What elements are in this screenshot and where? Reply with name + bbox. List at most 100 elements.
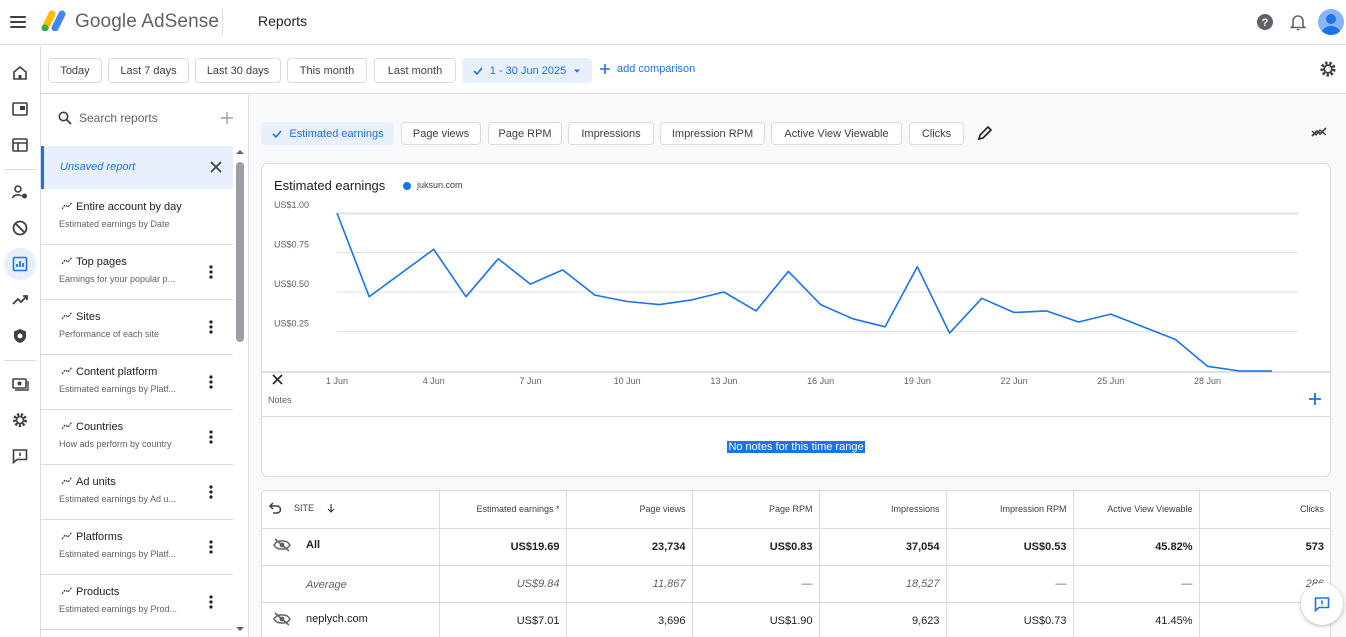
report-title: Platforms <box>76 531 123 543</box>
sort-arrow-down-icon[interactable] <box>326 503 336 514</box>
blocking-icon[interactable] <box>4 212 36 244</box>
chart-type-trend-icon[interactable] <box>1310 124 1328 142</box>
saved-report-item[interactable]: Platforms Estimated earnings by Platf... <box>41 520 233 575</box>
metric-chip[interactable]: Page RPM <box>488 122 562 145</box>
x-tick-label: 4 Jun <box>423 376 445 386</box>
saved-report-item[interactable]: Products Estimated earnings by Prod... <box>41 575 233 630</box>
column-header[interactable]: Page views <box>566 491 693 529</box>
sites-icon[interactable] <box>4 93 36 125</box>
column-header[interactable]: Clicks <box>1199 491 1330 529</box>
more-options-icon[interactable] <box>209 485 213 499</box>
saved-report-item[interactable]: Sites Performance of each site <box>41 300 233 355</box>
x-tick-label: 25 Jun <box>1097 376 1124 386</box>
more-options-icon[interactable] <box>209 375 213 389</box>
add-comparison-label: add comparison <box>617 63 696 75</box>
table-cell: US$9.84 <box>439 565 567 603</box>
navigation-rail <box>0 46 41 637</box>
report-subtitle: Estimated earnings by Ad u... <box>59 494 177 504</box>
table-row[interactable]: AverageUS$9.8411,867—18,527——286 <box>262 565 1330 603</box>
site-header-label: SITE <box>294 503 315 514</box>
metric-chip[interactable]: Clicks <box>909 122 964 145</box>
add-note-plus-icon[interactable] <box>1307 391 1323 407</box>
scroll-up-arrow-icon[interactable] <box>236 148 244 156</box>
column-header[interactable]: Estimated earnings * <box>439 491 567 529</box>
scrollbar-thumb[interactable] <box>236 162 244 342</box>
policy-center-icon[interactable] <box>4 320 36 352</box>
report-trend-icon <box>61 476 73 485</box>
date-range-selector[interactable]: 1 - 30 Jun 2025 <box>462 58 592 83</box>
reports-sidebar: Search reports Unsaved report Entire acc… <box>41 95 249 637</box>
metric-chip[interactable]: Impression RPM <box>660 122 765 145</box>
metric-chip[interactable]: Impressions <box>568 122 654 145</box>
site-column-header[interactable]: SITE <box>262 491 440 529</box>
visibility-off-icon[interactable] <box>272 612 292 626</box>
earnings-chart-card: Estimated earnings juksun.com US$0.25 US$… <box>261 163 1331 477</box>
table-row[interactable]: neplych.com US$7.01 3,696 US$1.90 9,623 US$0.… <box>262 602 1330 637</box>
date-chip-last-month[interactable]: Last month <box>374 58 456 83</box>
feedback-icon[interactable] <box>4 440 36 472</box>
metric-chip[interactable]: Active View Viewable <box>771 122 902 145</box>
reports-icon[interactable] <box>4 248 36 280</box>
saved-report-item[interactable]: Countries How ads perform by country <box>41 410 233 465</box>
check-icon <box>272 129 283 138</box>
column-header[interactable]: Active View Viewable <box>1073 491 1200 529</box>
table-row[interactable]: All US$19.69 23,734 US$0.83 37,054 US$0.53 45.… <box>262 528 1330 566</box>
more-options-icon[interactable] <box>209 265 213 279</box>
table-cell: 9,623 <box>819 602 947 637</box>
more-options-icon[interactable] <box>209 320 213 334</box>
table-cell: US$0.73 <box>946 602 1074 637</box>
feedback-fab-button[interactable] <box>1301 583 1343 625</box>
undo-icon[interactable] <box>268 501 282 515</box>
add-comparison-button[interactable]: add comparison <box>599 63 695 75</box>
notifications-icon[interactable] <box>1287 11 1309 33</box>
optimization-icon[interactable] <box>4 284 36 316</box>
column-header[interactable]: Impressions <box>819 491 947 529</box>
close-notes-icon[interactable] <box>271 373 284 386</box>
report-title: Countries <box>76 421 124 433</box>
privacy-icon[interactable] <box>4 176 36 208</box>
close-icon[interactable] <box>209 160 223 174</box>
more-options-icon[interactable] <box>209 430 213 444</box>
saved-report-item[interactable]: Content platform Estimated earnings by Pl… <box>41 355 233 410</box>
settings-icon[interactable] <box>4 404 36 436</box>
search-input[interactable]: Search reports <box>79 111 158 125</box>
saved-report-item[interactable]: Entire account by day Estimated earnings … <box>41 190 233 245</box>
more-options-icon[interactable] <box>209 540 213 554</box>
unsaved-report-item[interactable]: Unsaved report <box>41 146 233 189</box>
account-avatar[interactable] <box>1318 9 1344 35</box>
x-tick-label: 10 Jun <box>614 376 641 386</box>
more-options-icon[interactable] <box>209 595 213 609</box>
edit-metrics-pencil-icon[interactable] <box>976 124 994 142</box>
date-chip-last-30-days[interactable]: Last 30 days <box>195 58 281 83</box>
saved-report-item[interactable]: Top pages Earnings for your popular p... <box>41 245 233 300</box>
column-header[interactable]: Impression RPM <box>946 491 1074 529</box>
report-subtitle: Estimated earnings by Platf... <box>59 384 177 394</box>
plus-icon <box>600 64 610 74</box>
saved-report-item[interactable]: Ad units Estimated earnings by Ad u... <box>41 465 233 520</box>
report-settings-icon[interactable] <box>1318 59 1338 79</box>
visibility-off-icon[interactable] <box>272 538 292 552</box>
y-tick-label: US$0.25 <box>274 318 309 328</box>
date-chip-last-7-days[interactable]: Last 7 days <box>108 58 189 83</box>
report-title: Ad units <box>76 476 116 488</box>
ads-icon[interactable] <box>4 129 36 161</box>
site-name: Average <box>306 579 347 591</box>
date-chip-today[interactable]: Today <box>48 58 102 83</box>
search-reports[interactable]: Search reports <box>41 95 248 145</box>
payments-icon[interactable] <box>4 368 36 400</box>
metric-chip[interactable]: Page views <box>401 122 481 145</box>
report-table-card: SITE Estimated earnings * Page views Pag… <box>261 490 1331 637</box>
y-tick-label: US$0.50 <box>274 279 309 289</box>
date-chip-this-month[interactable]: This month <box>287 58 367 83</box>
scroll-down-arrow-icon[interactable] <box>236 625 244 633</box>
home-icon[interactable] <box>4 57 36 89</box>
help-icon[interactable]: ? <box>1254 11 1276 33</box>
earnings-line-chart: US$0.25 US$0.50 US$0.75 US$1.00 1 Jun 4 Jun 7 … <box>262 200 1330 386</box>
table-cell: US$19.69 <box>439 528 567 566</box>
metric-chip[interactable]: Estimated earnings <box>261 122 394 145</box>
report-subtitle: Earnings for your popular p... <box>59 274 176 284</box>
search-icon <box>58 111 72 125</box>
column-header[interactable]: Page RPM <box>692 491 820 529</box>
new-report-plus-icon[interactable] <box>219 110 235 126</box>
menu-icon[interactable] <box>6 10 30 34</box>
